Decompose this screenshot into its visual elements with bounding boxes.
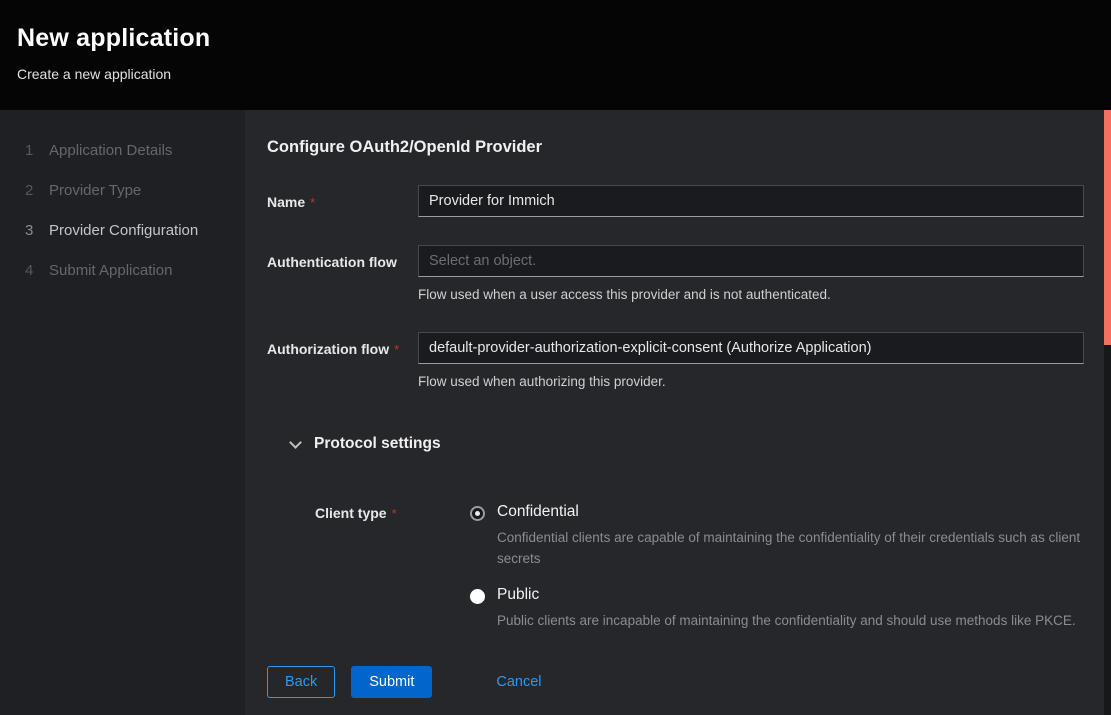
step-label: Application Details bbox=[49, 142, 172, 159]
required-asterisk: * bbox=[394, 342, 399, 357]
protocol-settings-title: Protocol settings bbox=[314, 435, 441, 453]
client-type-option-confidential: Confidential Confidential clients are ca… bbox=[470, 503, 1084, 570]
radio-help: Confidential clients are capable of main… bbox=[497, 528, 1084, 570]
authentication-flow-label: Authentication flow bbox=[267, 245, 418, 270]
radio-label[interactable]: Confidential bbox=[497, 503, 1084, 521]
back-button[interactable]: Back bbox=[267, 666, 335, 698]
authentication-flow-help: Flow used when a user access this provid… bbox=[418, 286, 1084, 304]
wizard-step-application-details[interactable]: 1 Application Details bbox=[0, 130, 245, 170]
authorization-flow-help: Flow used when authorizing this provider… bbox=[418, 373, 1084, 391]
wizard-step-submit-application[interactable]: 4 Submit Application bbox=[0, 250, 245, 290]
step-label: Provider Type bbox=[49, 182, 141, 199]
authorization-flow-label: Authorization flow* bbox=[267, 332, 418, 357]
radio-unselected-icon[interactable] bbox=[470, 589, 485, 604]
client-type-label: Client type* bbox=[315, 503, 470, 521]
step-number: 4 bbox=[25, 262, 38, 279]
authorization-flow-input[interactable] bbox=[418, 332, 1084, 364]
wizard-footer: Back Submit Cancel bbox=[245, 648, 1111, 715]
scrollbar-thumb[interactable] bbox=[1104, 110, 1111, 345]
radio-help: Public clients are incapable of maintain… bbox=[497, 611, 1076, 632]
radio-selected-icon[interactable] bbox=[470, 506, 485, 521]
step-number: 2 bbox=[25, 182, 38, 199]
client-type-row: Client type* Confidential Confidential c… bbox=[315, 503, 1084, 632]
wizard-step-provider-configuration[interactable]: 3 Provider Configuration bbox=[0, 210, 245, 250]
new-application-wizard: New application Create a new application… bbox=[0, 0, 1111, 715]
name-input[interactable] bbox=[418, 185, 1084, 217]
name-label: Name* bbox=[267, 185, 418, 210]
wizard-main-panel: Configure OAuth2/OpenId Provider Name* A… bbox=[245, 110, 1111, 715]
submit-button[interactable]: Submit bbox=[351, 666, 432, 698]
step-label: Provider Configuration bbox=[49, 222, 198, 239]
page-subtitle: Create a new application bbox=[17, 66, 1095, 82]
client-type-option-public: Public Public clients are incapable of m… bbox=[470, 586, 1084, 632]
authentication-flow-input[interactable] bbox=[418, 245, 1084, 277]
required-asterisk: * bbox=[392, 506, 397, 521]
cancel-button[interactable]: Cancel bbox=[496, 674, 541, 690]
radio-label[interactable]: Public bbox=[497, 586, 1076, 604]
chevron-down-icon bbox=[289, 436, 302, 449]
form-scroll-area: Configure OAuth2/OpenId Provider Name* A… bbox=[245, 110, 1111, 648]
authentication-flow-row: Authentication flow Flow used when a use… bbox=[267, 245, 1084, 304]
step-label: Submit Application bbox=[49, 262, 172, 279]
step-number: 3 bbox=[25, 222, 38, 239]
authorization-flow-row: Authorization flow* Flow used when autho… bbox=[267, 332, 1084, 391]
vertical-scrollbar bbox=[1104, 110, 1111, 715]
form-heading: Configure OAuth2/OpenId Provider bbox=[267, 138, 1084, 157]
step-number: 1 bbox=[25, 142, 38, 159]
required-asterisk: * bbox=[310, 195, 315, 210]
wizard-step-provider-type[interactable]: 2 Provider Type bbox=[0, 170, 245, 210]
wizard-header: New application Create a new application bbox=[0, 0, 1111, 110]
page-title: New application bbox=[17, 24, 1095, 53]
name-field-row: Name* bbox=[267, 185, 1084, 217]
wizard-steps-nav: 1 Application Details 2 Provider Type 3 … bbox=[0, 110, 245, 715]
protocol-settings-expander[interactable]: Protocol settings bbox=[291, 435, 1084, 453]
